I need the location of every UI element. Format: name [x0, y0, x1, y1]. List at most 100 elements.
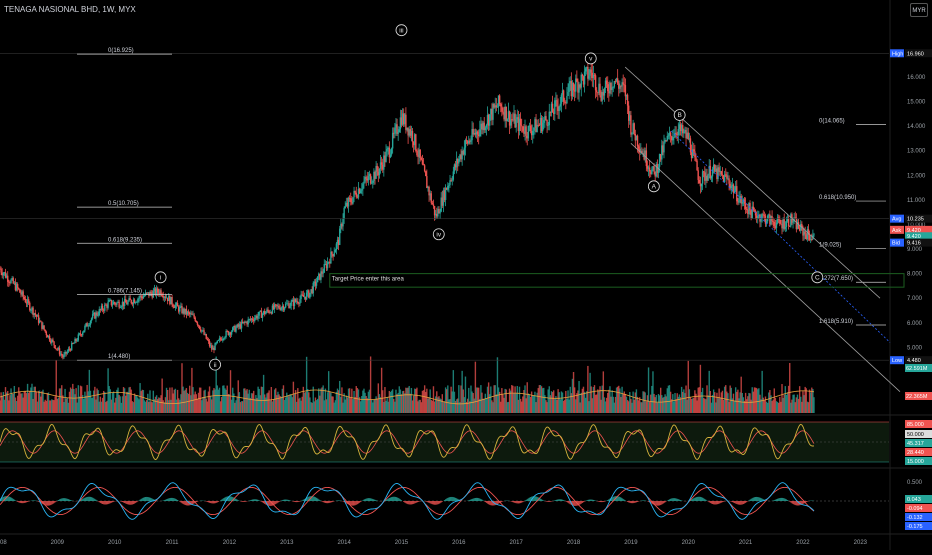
candle-body — [501, 106, 502, 111]
macd-histogram-bar — [604, 501, 605, 502]
macd-histogram-bar — [516, 501, 517, 503]
candle-body — [547, 125, 548, 126]
candle-body — [546, 120, 547, 125]
macd-histogram-bar — [789, 501, 790, 502]
macd-histogram-bar — [561, 499, 562, 501]
macd-histogram-bar — [437, 501, 438, 504]
candle-body — [339, 229, 340, 245]
time-tick-label: 2017 — [510, 540, 524, 546]
candle-body — [129, 298, 130, 300]
candle-body — [724, 174, 725, 182]
rsi-tag-value: 85.000 — [907, 422, 924, 428]
macd-histogram-bar — [168, 498, 169, 501]
macd-histogram-bar — [715, 501, 716, 504]
macd-histogram-bar — [497, 501, 498, 504]
macd-histogram-bar — [512, 501, 513, 502]
macd-histogram-bar — [105, 501, 106, 504]
currency-button[interactable]: MYR — [910, 3, 928, 17]
candle-body — [576, 78, 577, 81]
candle-body — [464, 148, 465, 155]
macd-histogram-bar — [644, 500, 645, 501]
macd-histogram-bar — [717, 501, 718, 504]
macd-histogram-bar — [103, 501, 104, 504]
candle-body — [416, 151, 417, 155]
macd-histogram-bar — [584, 501, 585, 502]
macd-histogram-bar — [56, 501, 57, 502]
candle-body — [726, 175, 727, 178]
candle-body — [289, 306, 290, 308]
candle-body — [218, 340, 219, 341]
macd-histogram-bar — [112, 501, 113, 502]
macd-histogram-bar — [315, 497, 316, 501]
macd-histogram-bar — [630, 501, 631, 503]
macd-histogram-bar — [302, 500, 303, 501]
macd-histogram-bar — [442, 501, 443, 502]
candle-body — [215, 343, 216, 344]
candle-body — [722, 174, 723, 175]
macd-histogram-bar — [352, 501, 353, 506]
candle-body — [348, 198, 349, 207]
macd-histogram-bar — [416, 501, 417, 502]
candle-body — [637, 136, 638, 147]
wave-label-i: i — [155, 272, 166, 283]
macd-histogram-bar — [403, 501, 404, 502]
macd-histogram-bar — [34, 500, 35, 501]
candle-body — [91, 318, 92, 321]
macd-histogram-bar — [438, 501, 439, 504]
candle-body — [278, 306, 279, 308]
macd-histogram-bar — [436, 501, 437, 505]
macd-histogram-bar — [53, 501, 54, 503]
candle-body — [499, 95, 500, 104]
candle-body — [225, 331, 226, 337]
candle-body — [522, 126, 523, 131]
candle-body — [813, 234, 814, 235]
candle-body — [631, 132, 632, 134]
macd-histogram-bar — [529, 498, 530, 501]
macd-histogram-bar — [473, 499, 474, 501]
candle-body — [582, 75, 583, 77]
macd-histogram-bar — [636, 501, 637, 502]
candle-body — [486, 125, 487, 128]
macd-histogram-bar — [490, 501, 491, 505]
candle-body — [581, 75, 582, 88]
macd-histogram-bar — [12, 498, 13, 501]
macd-histogram-bar — [414, 501, 415, 503]
macd-histogram-bar — [733, 501, 734, 503]
candle-body — [175, 305, 176, 308]
candle-body — [172, 305, 173, 307]
candle-body — [695, 157, 696, 160]
price-tag-value: 4.480 — [907, 358, 921, 364]
candle-body — [465, 140, 466, 147]
candle-body — [157, 288, 158, 292]
candle-body — [121, 307, 122, 308]
candle-body — [507, 119, 508, 121]
channel-lower-line — [631, 143, 900, 391]
candle-body — [265, 312, 266, 314]
macd-histogram-bar — [737, 501, 738, 504]
macd-histogram-bar — [514, 501, 515, 503]
macd-histogram-bar — [242, 501, 243, 502]
candle-body — [542, 123, 543, 131]
macd-histogram-bar — [412, 501, 413, 504]
macd-histogram-bar — [59, 499, 60, 501]
macd-histogram-bar — [82, 499, 83, 501]
macd-histogram-bar — [591, 500, 592, 501]
projection-dashed-line — [671, 131, 890, 342]
macd-histogram-bar — [332, 501, 333, 502]
macd-histogram-bar — [251, 500, 252, 501]
candle-body — [381, 162, 382, 164]
macd-histogram-bar — [368, 498, 369, 501]
price-chart[interactable]: 0(16.925)0.5(10.705)0.618(9.235)0.786(7.… — [0, 0, 932, 550]
candle-body — [102, 306, 103, 310]
macd-histogram-bar — [517, 501, 518, 503]
macd-histogram-bar — [433, 501, 434, 505]
macd-histogram-bar — [360, 501, 361, 502]
candle-body — [556, 100, 557, 106]
candle-body — [611, 88, 612, 90]
macd-histogram-bar — [618, 497, 619, 501]
candle-body — [198, 325, 199, 326]
macd-histogram-bar — [26, 501, 27, 502]
macd-histogram-bar — [710, 501, 711, 503]
macd-histogram-bar — [693, 498, 694, 501]
candle-body — [792, 222, 793, 223]
